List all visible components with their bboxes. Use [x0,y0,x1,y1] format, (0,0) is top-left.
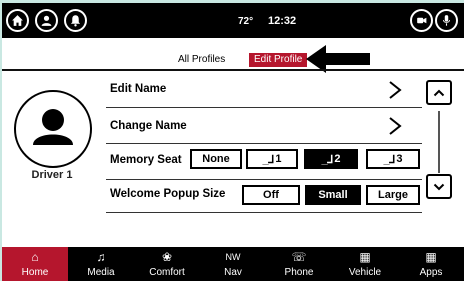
nav-vehicle[interactable]: ▦ Vehicle [332,247,398,281]
nav-media-label: Media [87,267,115,278]
memory-seat-3-label: 3 [396,153,403,165]
tab-edit-profile[interactable]: Edit Profile [249,53,308,67]
row-divider [106,179,422,180]
memory-seat-3-button[interactable]: _ᒧ 3 [366,149,420,169]
scroll-down-button[interactable] [426,174,452,199]
nav-home[interactable]: ⌂ Home [2,247,68,281]
row-divider [106,107,422,108]
nav-home-label: Home [21,267,49,278]
popup-size-off-button[interactable]: Off [242,185,300,205]
nav-phone-label: Phone [284,267,314,278]
driver-name-label: Driver 1 [31,169,73,181]
voice-button[interactable] [435,9,458,32]
home-icon [12,15,23,26]
climate-icon: ❀ [161,250,173,264]
chevron-down-icon [433,183,445,190]
tab-divider [2,69,464,71]
outside-temperature: 72° [238,16,254,27]
nav-apps[interactable]: ▦ Apps [398,247,464,281]
tab-all-profiles[interactable]: All Profiles [178,54,225,65]
music-note-icon: ♫ [96,250,106,264]
microphone-icon [443,15,450,26]
apps-grid-icon: ▦ [425,250,437,264]
seat-icon: _ᒧ [262,153,275,166]
profile-shortcut-button[interactable] [35,9,58,32]
home-shortcut-button[interactable] [6,9,29,32]
nav-vehicle-label: Vehicle [348,267,382,278]
bottom-nav: ⌂ Home ♫ Media ❀ Comfort NW Nav ☏ Phone … [2,247,464,281]
popup-size-large-button[interactable]: Large [366,185,420,205]
popup-size-small-label: Small [318,189,348,201]
user-icon [41,15,52,26]
memory-seat-2-label: 2 [334,153,341,165]
nav-media[interactable]: ♫ Media [68,247,134,281]
memory-seat-label: Memory Seat [110,154,182,166]
notifications-button[interactable] [64,9,87,32]
camera-button[interactable] [410,9,433,32]
welcome-popup-size-label: Welcome Popup Size [110,188,226,200]
memory-seat-1-button[interactable]: _ᒧ 1 [246,149,298,169]
phone-icon: ☏ [291,250,307,264]
memory-seat-2-button[interactable]: _ᒧ 2 [304,149,358,169]
nav-nav[interactable]: NW Nav [200,247,266,281]
popup-size-off-label: Off [263,189,279,201]
chevron-right-icon[interactable] [388,116,402,136]
scrollbar-track[interactable] [438,111,440,173]
head-unit-screen: 72° 12:32 All Profiles Edit Profile Driv… [2,3,464,281]
car-icon: ▦ [359,250,371,264]
status-bar: 72° 12:32 [2,3,464,38]
chevron-right-icon[interactable] [388,80,402,100]
scroll-up-button[interactable] [426,80,452,105]
compass-icon: NW [225,252,241,262]
driver-avatar[interactable] [14,90,92,168]
change-name-row[interactable]: Change Name [110,120,187,132]
row-divider [106,212,422,213]
nav-apps-label: Apps [419,267,443,278]
popup-size-small-button[interactable]: Small [305,185,361,205]
memory-seat-1-label: 1 [275,153,282,165]
clock: 12:32 [268,15,297,27]
nav-comfort-label: Comfort [149,267,185,278]
popup-size-large-label: Large [378,189,408,201]
user-silhouette-icon [33,109,73,145]
nav-nav-label: Nav [224,267,242,278]
nav-comfort[interactable]: ❀ Comfort [134,247,200,281]
chevron-up-icon [433,89,445,96]
memory-seat-none-label: None [202,153,230,165]
home-icon: ⌂ [31,250,39,264]
edit-name-row[interactable]: Edit Name [110,83,166,95]
nav-phone[interactable]: ☏ Phone [266,247,332,281]
bell-icon [70,15,81,27]
seat-icon: _ᒧ [383,153,396,166]
seat-icon: _ᒧ [321,153,334,166]
row-divider [106,143,422,144]
memory-seat-none-button[interactable]: None [190,149,242,169]
camera-icon [417,17,427,24]
